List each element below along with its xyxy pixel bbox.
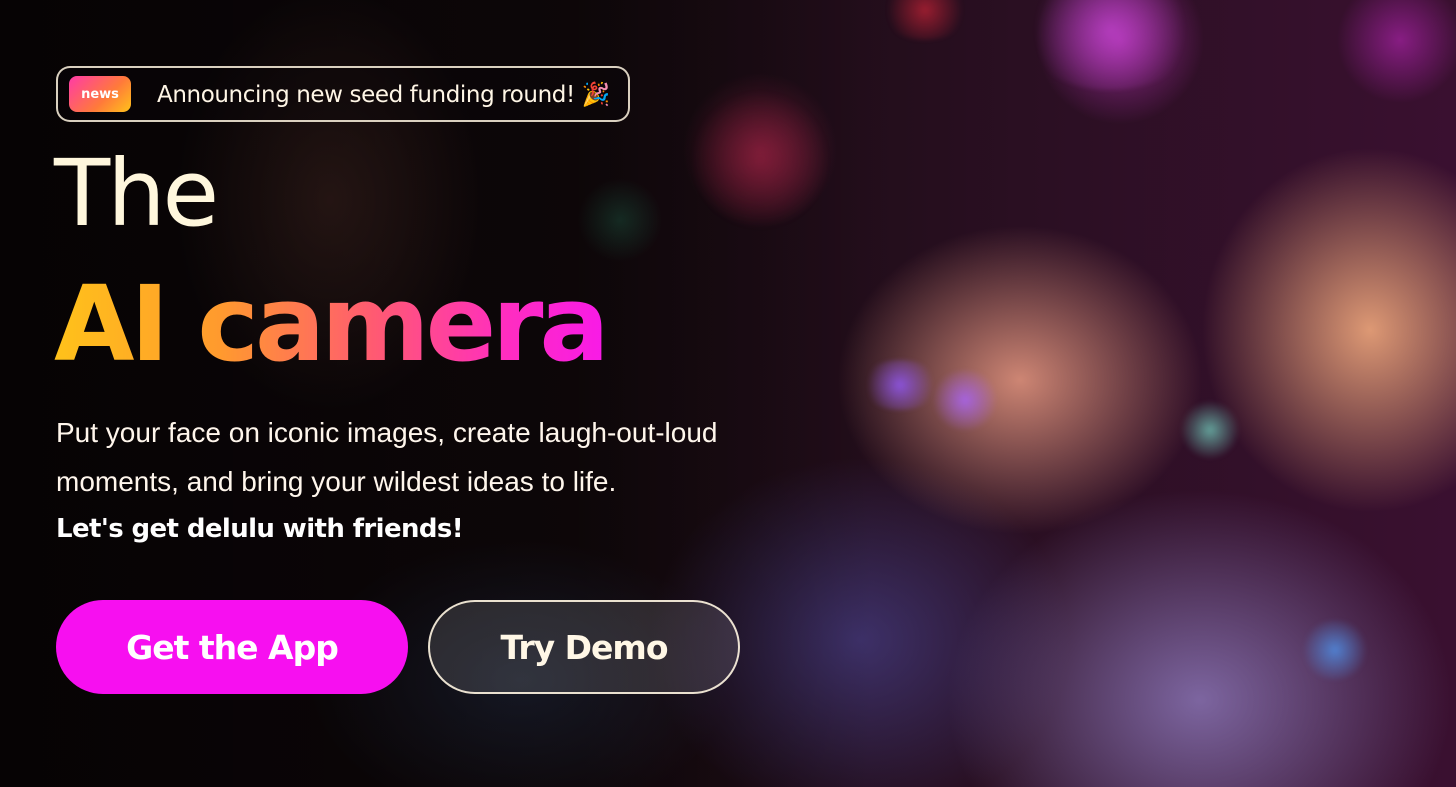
get-the-app-button[interactable]: Get the App [56,600,408,694]
hero-tagline: Let's get delulu with friends! [56,514,464,544]
news-announcement-banner[interactable]: news Announcing new seed funding round! … [56,66,630,122]
bokeh-light [860,360,940,410]
hero-subtitle: Put your face on iconic images, create l… [56,417,718,497]
hero-section: news Announcing new seed funding round! … [0,0,1456,787]
bokeh-light [1300,620,1370,680]
hero-title-line2: AI camera [54,263,610,385]
hero-title-line1: The [54,140,219,247]
news-announcement-text: Announcing new seed funding round! 🎉 [157,81,610,108]
bokeh-light [930,370,1000,430]
bokeh-light [1020,0,1200,90]
hero-content: news Announcing new seed funding round! … [0,0,800,787]
try-demo-button[interactable]: Try Demo [428,600,740,694]
bokeh-light [1180,400,1240,460]
bokeh-light [880,0,970,40]
news-badge: news [69,76,131,112]
